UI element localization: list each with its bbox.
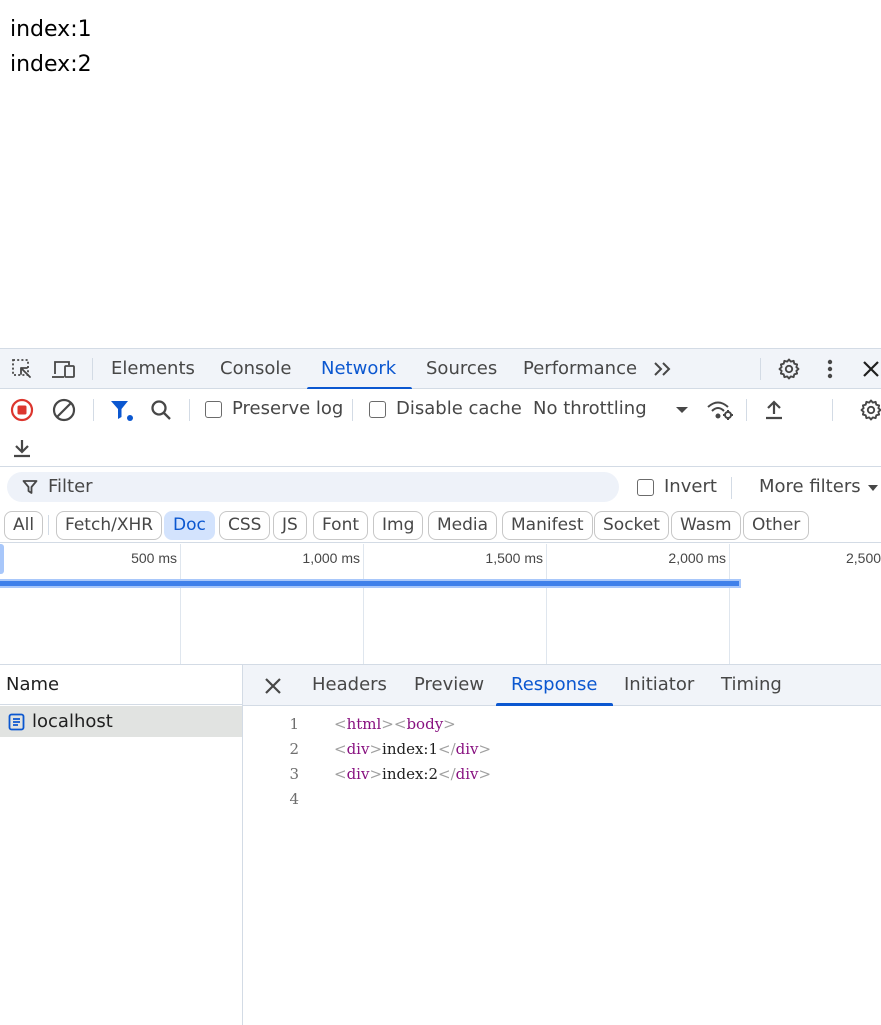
timeline-tick-label: 1,500 ms — [485, 550, 543, 566]
disable-cache-label[interactable]: Disable cache — [396, 398, 522, 419]
invert-label[interactable]: Invert — [664, 476, 717, 497]
page-content: index:1 index:2 — [10, 12, 92, 82]
detail-tabbar: Headers Preview Response Initiator Timin… — [243, 665, 881, 706]
search-icon[interactable] — [148, 397, 174, 423]
separator — [93, 399, 94, 421]
network-settings-gear-icon[interactable] — [858, 397, 881, 423]
filter-funnel-icon[interactable] — [107, 397, 135, 423]
timeline-tick-label: 500 ms — [131, 550, 177, 566]
timeline-gridline — [363, 544, 364, 664]
line-number: 2 — [289, 740, 299, 758]
timeline-left-handle[interactable] — [0, 544, 4, 574]
devtools-tabbar: Elements Console Network Sources Perform… — [0, 348, 881, 390]
more-filters-button[interactable]: More filters — [759, 476, 861, 497]
throttling-dropdown-icon[interactable] — [674, 403, 690, 417]
type-filter-font[interactable]: Font — [313, 511, 369, 540]
type-filter-doc[interactable]: Doc — [164, 511, 215, 540]
code-line: 1 <html><body> — [243, 712, 881, 737]
line-number: 3 — [289, 765, 299, 783]
timeline-tick-label: 1,000 ms — [302, 550, 360, 566]
network-toolbar: Preserve log Disable cache No throttling — [0, 389, 881, 467]
close-detail-icon[interactable] — [263, 676, 283, 696]
type-filter-all[interactable]: All — [4, 511, 44, 540]
request-list: Name localhost — [0, 665, 243, 1025]
clear-icon[interactable] — [51, 397, 77, 423]
line-number: 4 — [289, 790, 299, 808]
resource-type-filters: All Fetch/XHR Doc CSS JS Font Img Media … — [0, 507, 881, 543]
preserve-log-label[interactable]: Preserve log — [232, 398, 343, 419]
import-har-upload-icon[interactable] — [761, 397, 787, 423]
timeline-gridline — [180, 544, 181, 664]
separator — [731, 477, 732, 499]
type-filter-socket[interactable]: Socket — [594, 511, 669, 540]
code-text: <div>index:1</div> — [334, 740, 492, 758]
separator — [352, 399, 353, 421]
network-conditions-icon[interactable] — [705, 397, 735, 423]
code-line: 3 <div>index:2</div> — [243, 762, 881, 787]
type-filter-other[interactable]: Other — [743, 511, 810, 540]
timeline-tick-label: 2,500 — [846, 550, 881, 566]
name-column-header[interactable]: Name — [0, 665, 242, 705]
filter-funnel-icon — [22, 479, 38, 500]
tab-timing[interactable]: Timing — [721, 665, 782, 705]
tab-preview[interactable]: Preview — [414, 665, 484, 705]
filter-input[interactable]: Filter — [7, 472, 619, 502]
filter-bar: Filter Invert More filters — [0, 467, 881, 507]
close-devtools-icon[interactable] — [858, 349, 881, 389]
device-toolbar-icon[interactable] — [50, 349, 78, 389]
document-icon — [8, 713, 25, 731]
timeline-tick-label: 2,000 ms — [668, 550, 726, 566]
settings-gear-icon[interactable] — [775, 349, 803, 389]
tab-network[interactable]: Network — [306, 349, 413, 390]
request-detail: Headers Preview Response Initiator Timin… — [243, 665, 881, 1025]
type-filter-css[interactable]: CSS — [219, 511, 271, 540]
timeline-gridline — [729, 544, 730, 664]
separator — [92, 358, 93, 380]
response-body[interactable]: 1 <html><body> 2 <div>index:1</div> 3 <div>in… — [243, 712, 881, 812]
request-name: localhost — [32, 711, 113, 732]
separator — [48, 515, 49, 535]
type-filter-media[interactable]: Media — [428, 511, 498, 540]
more-filters-dropdown-icon[interactable] — [866, 483, 880, 493]
line-number: 1 — [289, 715, 299, 733]
separator — [832, 399, 833, 421]
separator — [760, 358, 761, 380]
tab-initiator[interactable]: Initiator — [624, 665, 694, 705]
separator — [746, 399, 747, 421]
code-line: 2 <div>index:1</div> — [243, 737, 881, 762]
timeline-gridline — [546, 544, 547, 664]
timeline-request-bar — [0, 579, 741, 588]
code-text: <html><body> — [334, 715, 456, 733]
type-filter-manifest[interactable]: Manifest — [502, 511, 593, 540]
more-tabs-chevron-icon[interactable] — [650, 349, 676, 389]
devtools-panel: Elements Console Network Sources Perform… — [0, 348, 881, 1025]
tab-headers[interactable]: Headers — [312, 665, 387, 705]
filter-placeholder: Filter — [48, 476, 93, 497]
type-filter-img[interactable]: Img — [373, 511, 424, 540]
separator — [189, 399, 190, 421]
more-options-icon[interactable] — [817, 349, 843, 389]
code-text: <div>index:2</div> — [334, 765, 492, 783]
type-filter-fetch-xhr[interactable]: Fetch/XHR — [56, 511, 163, 540]
throttling-select[interactable]: No throttling — [533, 398, 647, 419]
preserve-log-checkbox[interactable] — [205, 401, 222, 418]
timeline-overview[interactable]: 500 ms 1,000 ms 1,500 ms 2,000 ms 2,500 — [0, 544, 881, 665]
tab-elements[interactable]: Elements — [111, 349, 195, 389]
type-filter-wasm[interactable]: Wasm — [671, 511, 741, 540]
inspect-element-icon[interactable] — [8, 349, 36, 389]
export-har-download-icon[interactable] — [9, 435, 35, 461]
disable-cache-checkbox[interactable] — [369, 401, 386, 418]
tab-response[interactable]: Response — [495, 665, 614, 706]
invert-checkbox[interactable] — [637, 479, 654, 496]
type-filter-js[interactable]: JS — [273, 511, 307, 540]
tab-performance[interactable]: Performance — [523, 349, 637, 389]
request-row[interactable]: localhost — [0, 706, 242, 737]
tab-sources[interactable]: Sources — [426, 349, 497, 389]
page-line: index:2 — [10, 52, 92, 77]
stop-recording-icon[interactable] — [9, 397, 35, 423]
code-line: 4 — [243, 787, 881, 812]
page-line: index:1 — [10, 17, 92, 42]
tab-console[interactable]: Console — [220, 349, 291, 389]
